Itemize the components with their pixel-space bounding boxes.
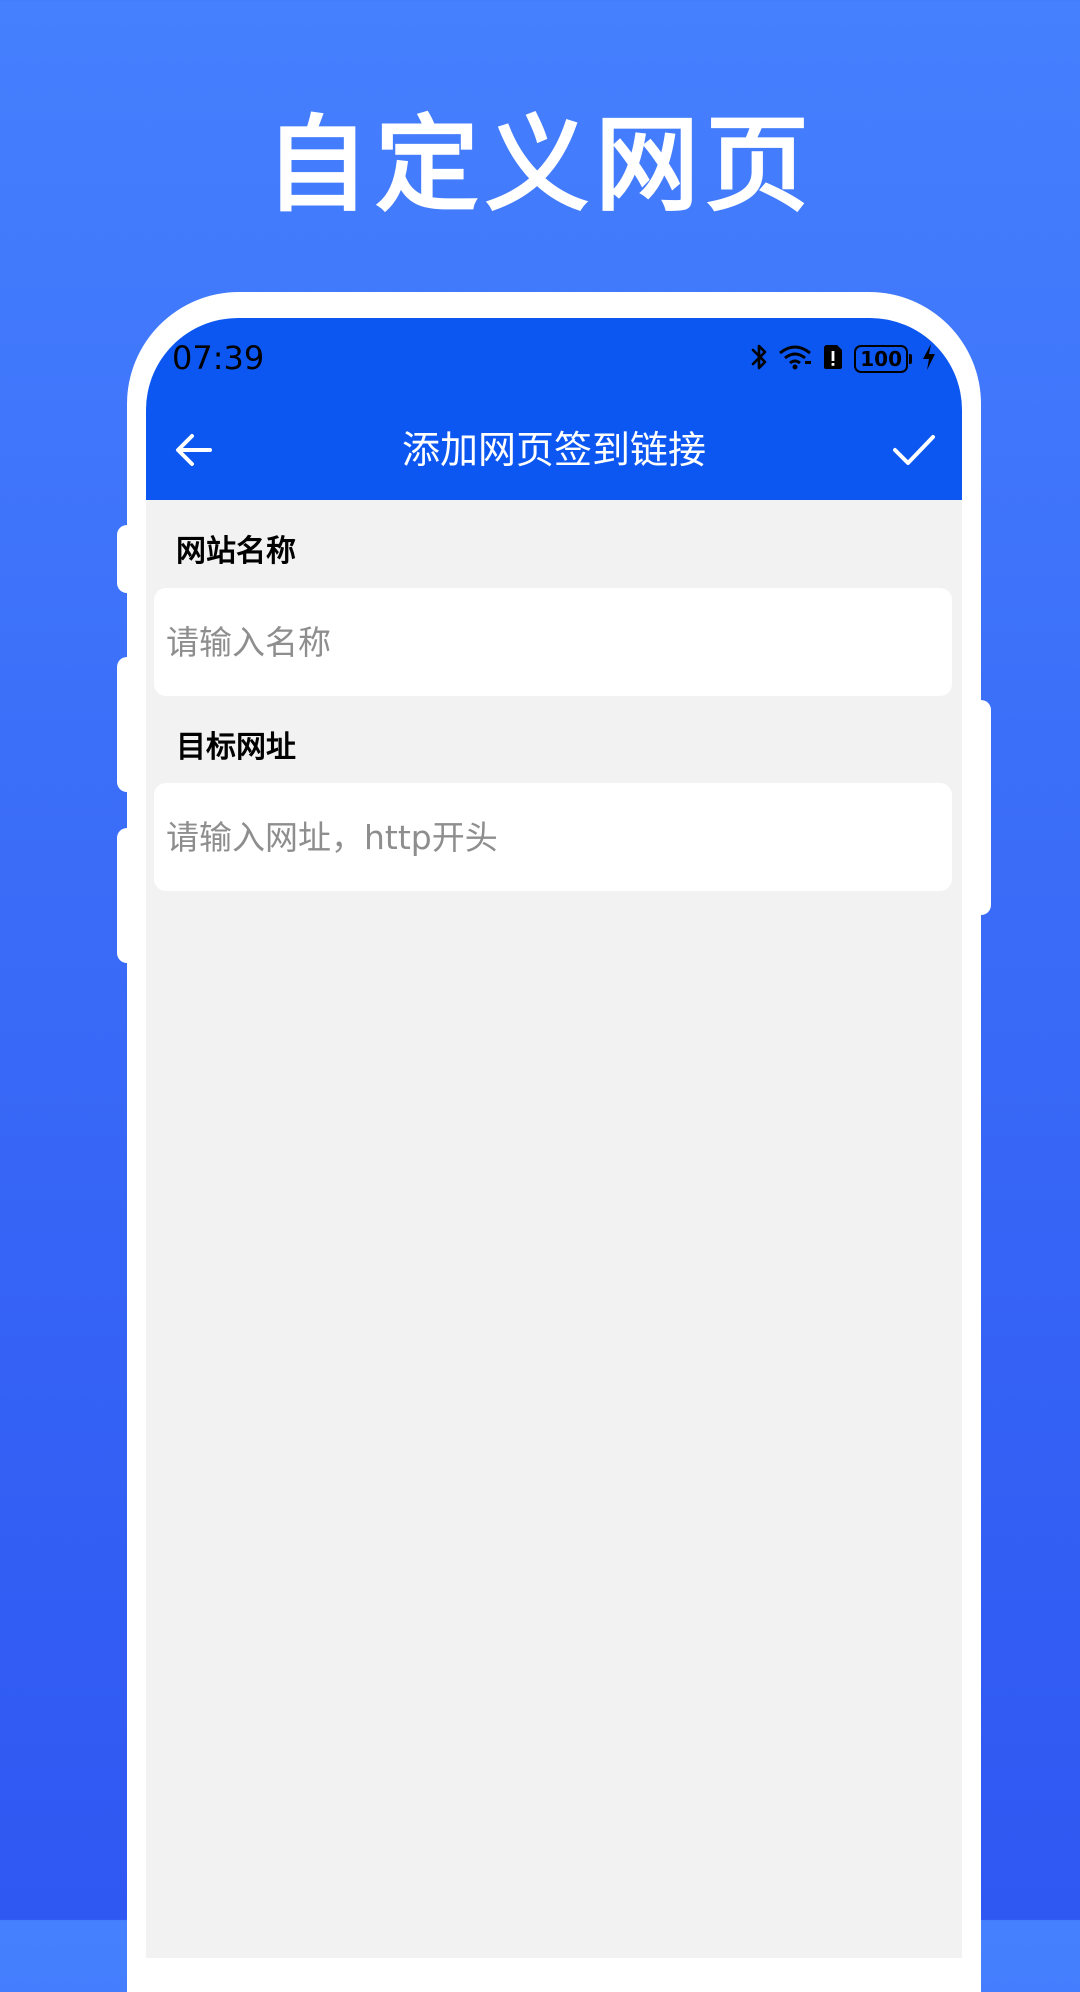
- page-title: 添加网页签到链接: [401, 428, 706, 472]
- arrow-left-icon: [176, 434, 212, 466]
- status-time: 07:39: [172, 339, 265, 377]
- target-url-field-container: [154, 783, 952, 891]
- battery-icon: 100: [854, 345, 912, 373]
- app-header: 07:39 100 添加网页签到链接: [146, 318, 962, 500]
- bluetooth-icon: [750, 342, 768, 376]
- site-name-label: 网站名称: [176, 534, 296, 569]
- site-name-input[interactable]: [154, 588, 952, 696]
- battery-level: 100: [854, 345, 908, 373]
- charging-bolt-icon: [922, 343, 936, 375]
- hero-title: 自定义网页: [264, 104, 815, 226]
- confirm-button[interactable]: [884, 420, 944, 480]
- toolbar: 添加网页签到链接: [146, 400, 962, 500]
- checkmark-icon: [893, 435, 935, 465]
- wifi-icon: [778, 343, 812, 375]
- sim-alert-icon: [822, 343, 844, 375]
- target-url-label: 目标网址: [176, 730, 296, 765]
- status-icons: 100: [750, 342, 936, 376]
- site-name-field-container: [154, 588, 952, 696]
- back-button[interactable]: [164, 420, 224, 480]
- target-url-input[interactable]: [154, 783, 952, 891]
- phone-screen: 07:39 100 添加网页签到链接 网站名称 请输入名称 目标网址 请输入网址…: [146, 318, 962, 1958]
